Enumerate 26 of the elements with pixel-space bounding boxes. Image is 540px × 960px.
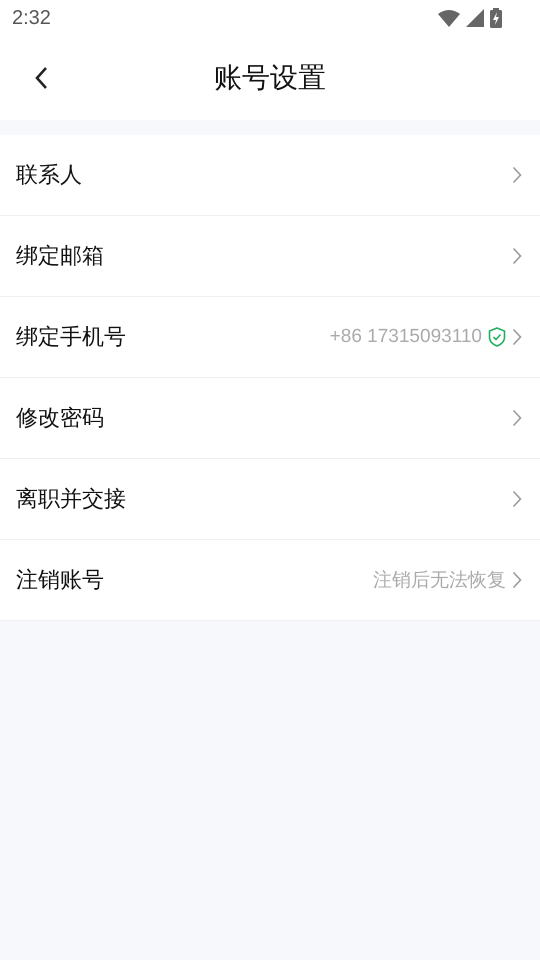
chevron-icon <box>512 328 522 346</box>
chevron-icon <box>512 247 522 265</box>
settings-row[interactable]: 离职并交接 <box>0 459 540 540</box>
row-value: +86 17315093110 <box>330 326 482 348</box>
settings-row[interactable]: 修改密码 <box>0 378 540 459</box>
chevron-icon <box>512 409 522 427</box>
row-label: 修改密码 <box>16 405 104 433</box>
row-label: 绑定邮箱 <box>16 243 104 271</box>
row-label: 注销账号 <box>16 567 104 595</box>
chevron-icon <box>512 571 522 589</box>
row-label: 离职并交接 <box>16 486 126 514</box>
chevron-icon <box>512 166 522 184</box>
signal-icon <box>466 9 484 27</box>
settings-row[interactable]: 联系人 <box>0 135 540 216</box>
row-label: 绑定手机号 <box>16 324 126 352</box>
row-label: 联系人 <box>16 162 82 190</box>
row-value: 注销后无法恢复 <box>373 569 506 593</box>
status-time: 2:32 <box>12 6 51 30</box>
chevron-icon <box>512 490 522 508</box>
settings-row[interactable]: 注销账号 注销后无法恢复 <box>0 540 540 621</box>
settings-row[interactable]: 绑定邮箱 <box>0 216 540 297</box>
page-title: 账号设置 <box>214 60 326 96</box>
wifi-icon <box>438 9 460 27</box>
battery-icon <box>490 8 502 28</box>
back-button[interactable] <box>34 66 48 90</box>
settings-row[interactable]: 绑定手机号 +86 17315093110 <box>0 297 540 378</box>
